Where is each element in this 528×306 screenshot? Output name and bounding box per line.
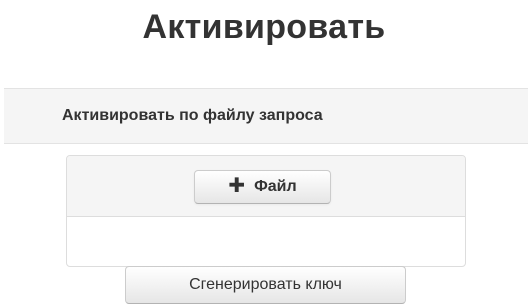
page-title: Активировать [142,8,386,46]
activation-page: Активировать Активировать по файлу запро… [0,0,528,306]
file-upload-panel: ✚ Файл [66,155,466,267]
section-title: Активировать по файлу запроса [62,107,323,124]
add-file-button[interactable]: ✚ Файл [194,170,331,204]
plus-icon: ✚ [228,175,246,197]
file-list-area [67,217,465,266]
file-upload-toolbar: ✚ Файл [67,156,465,217]
section-header: Активировать по файлу запроса [4,88,528,144]
generate-key-button[interactable]: Сгенерировать ключ [125,266,406,304]
add-file-button-label: Файл [254,178,297,195]
